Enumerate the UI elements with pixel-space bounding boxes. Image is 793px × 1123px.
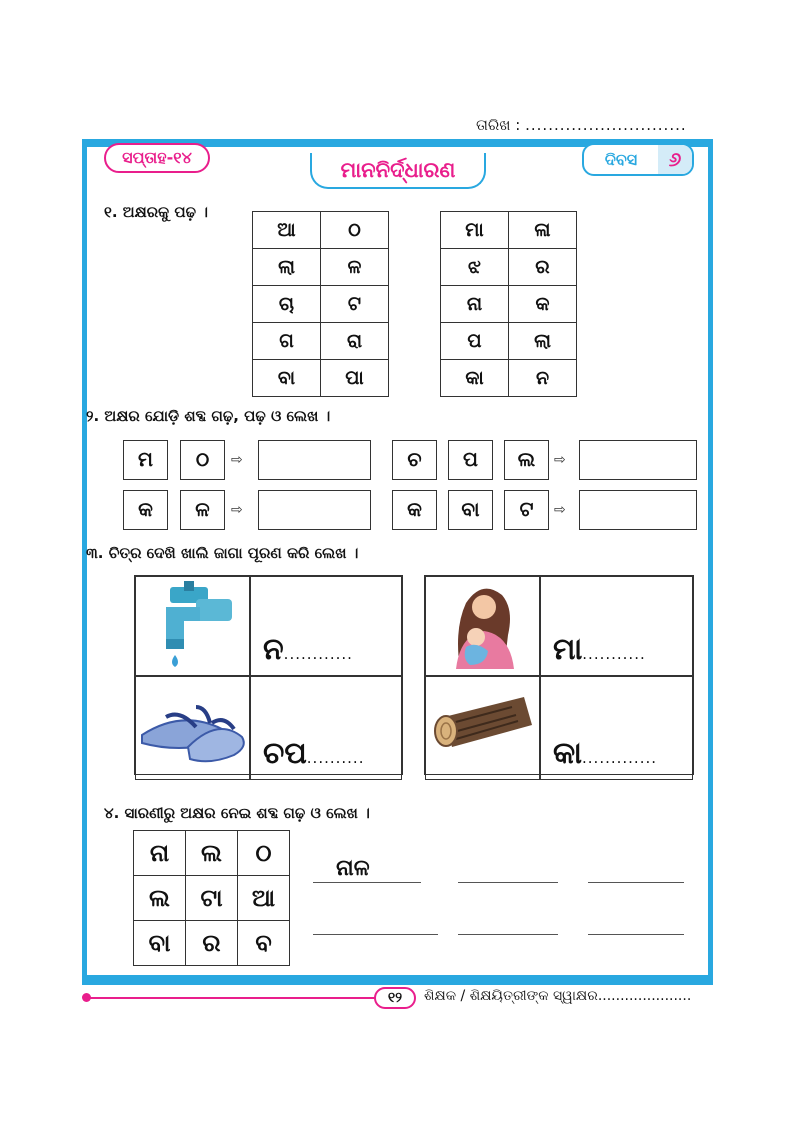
- day-badge: ଦିବସ ୬: [582, 143, 694, 176]
- letter-box: ବା: [448, 490, 493, 530]
- picture-cell: [425, 576, 540, 676]
- grid-cell: ଲ: [133, 875, 186, 921]
- question-2-text: ୨. ଅକ୍ଷର ଯୋଡ଼ି ଶବ୍ଦ ଗଢ଼, ପଢ଼ ଓ ଲେଖ ।: [86, 407, 331, 425]
- letter-box: କ: [123, 490, 168, 530]
- letter-cell: ନ: [508, 359, 577, 397]
- word-prompt: କା.............: [553, 736, 658, 771]
- answer-cell[interactable]: ନ............: [250, 576, 402, 676]
- letter-cell: ଚା: [252, 285, 321, 323]
- letter-cell: ଗ: [252, 322, 321, 360]
- answer-cell[interactable]: ମା...........: [540, 576, 693, 676]
- picture-grid-right: ମା........... କା.............: [424, 575, 694, 780]
- date-label: ତାରିଖ :: [476, 116, 521, 134]
- question-4-text: ୪. ସାରଣୀରୁ ଅକ୍ଷର ନେଇ ଶବ୍ଦ ଗଢ଼ ଓ ଲେଖ ।: [104, 804, 370, 822]
- log-icon: [434, 697, 532, 747]
- arrow-right-icon: ⇨: [554, 502, 566, 518]
- week-badge: ସପ୍ତାହ-୧୪: [104, 143, 210, 173]
- write-line[interactable]: [588, 882, 684, 883]
- day-number: ୬: [658, 145, 692, 174]
- signature-label: ଶିକ୍ଷକ / ଶିକ୍ଷୟିତ୍ରୀଙ୍କ ସ୍ୱାକ୍ଷର........…: [424, 988, 692, 1004]
- letter-box: ମ: [123, 440, 168, 480]
- arrow-right-icon: ⇨: [231, 502, 243, 518]
- letter-cell: ଲା: [252, 248, 321, 286]
- sample-word: ନାଳ: [336, 856, 370, 881]
- letter-cell: ଳ: [320, 248, 389, 286]
- write-line[interactable]: [313, 882, 421, 883]
- letter-box: କ: [392, 490, 437, 530]
- answer-box[interactable]: [579, 490, 697, 530]
- write-line[interactable]: [458, 934, 558, 935]
- grid-cell: ନା: [133, 830, 186, 876]
- letter-cell: ଟ: [320, 285, 389, 323]
- letter-box: ଲ: [504, 440, 549, 480]
- picture-grid-left: ନ............ ଚପ..........: [134, 575, 403, 780]
- grid-cell: ଆ: [237, 875, 290, 921]
- question-1-text: ୧. ଅକ୍ଷରକୁ ପଢ଼ ।: [104, 203, 208, 221]
- letter-cell: ମା: [440, 211, 509, 249]
- letter-cell: ଆ: [252, 211, 321, 249]
- grid-cell: ବା: [133, 920, 186, 966]
- grid-cell: ଲ: [185, 830, 238, 876]
- letter-cell: ର: [508, 248, 577, 286]
- letter-cell: ରା: [320, 322, 389, 360]
- answer-cell[interactable]: କା.............: [540, 676, 693, 780]
- word-prompt: ନ............: [263, 632, 353, 667]
- word-prompt: ମା...........: [553, 632, 646, 667]
- letter-cell: ପ: [440, 322, 509, 360]
- page-title: ମାନନିର୍ଦ୍ଧାରଣ: [310, 153, 486, 189]
- day-label: ଦିବସ: [604, 150, 638, 169]
- letter-cell: ଠ: [320, 211, 389, 249]
- letter-cell: ନା: [440, 285, 509, 323]
- letter-box: ଚ: [392, 440, 437, 480]
- slipper-icon: [141, 705, 245, 763]
- letter-cell: ଳା: [508, 211, 577, 249]
- page-number: ୧୨: [374, 987, 416, 1009]
- letter-box: ପ: [448, 440, 493, 480]
- answer-box[interactable]: [258, 490, 371, 530]
- picture-cell: [425, 676, 540, 780]
- letter-table-left: ଆଠ ଲା ଳ ଚା ଟ ଗ ରା ବା ପା: [252, 211, 389, 397]
- grid-cell: ର: [185, 920, 238, 966]
- date-field: ତାରିଖ : ............................: [476, 116, 687, 134]
- letter-box: ଟ: [504, 490, 549, 530]
- grid-cell: ବ: [237, 920, 290, 966]
- answer-box[interactable]: [258, 440, 371, 480]
- mother-child-icon: [456, 588, 514, 669]
- word-prompt: ଚପ..........: [263, 736, 365, 771]
- letter-cell: କା: [440, 359, 509, 397]
- letter-grid: ନା ଲ ଠ ଲ ଟା ଆ ବା ର ବ: [133, 830, 290, 966]
- letter-cell: ଝ: [440, 248, 509, 286]
- letter-box: ଠ: [180, 440, 225, 480]
- letter-cell: କ: [508, 285, 577, 323]
- answer-box[interactable]: [579, 440, 697, 480]
- letter-cell: ବା: [252, 359, 321, 397]
- question-3-text: ୩. ଚିତ୍ର ଦେଖି ଖାଲି ଜାଗା ପୂରଣ କରି ଲେଖ ।: [86, 544, 359, 562]
- answer-cell[interactable]: ଚପ..........: [250, 676, 402, 780]
- write-line[interactable]: [458, 882, 558, 883]
- picture-cell: [135, 676, 250, 780]
- arrow-right-icon: ⇨: [231, 452, 243, 468]
- date-dots: ............................: [525, 116, 687, 134]
- letter-cell: ପା: [320, 359, 389, 397]
- arrow-right-icon: ⇨: [554, 452, 566, 468]
- letter-box: ଳ: [180, 490, 225, 530]
- grid-cell: ଟା: [185, 875, 238, 921]
- letter-table-right: ମା ଳା ଝର ନା କ ପ ଲା କା ନ: [440, 211, 577, 397]
- letter-cell: ଲା: [508, 322, 577, 360]
- write-line[interactable]: [313, 934, 438, 935]
- picture-cell: [135, 576, 250, 676]
- footer-line: [86, 997, 376, 999]
- write-line[interactable]: [588, 934, 684, 935]
- tap-icon: [166, 581, 232, 667]
- grid-cell: ଠ: [237, 830, 290, 876]
